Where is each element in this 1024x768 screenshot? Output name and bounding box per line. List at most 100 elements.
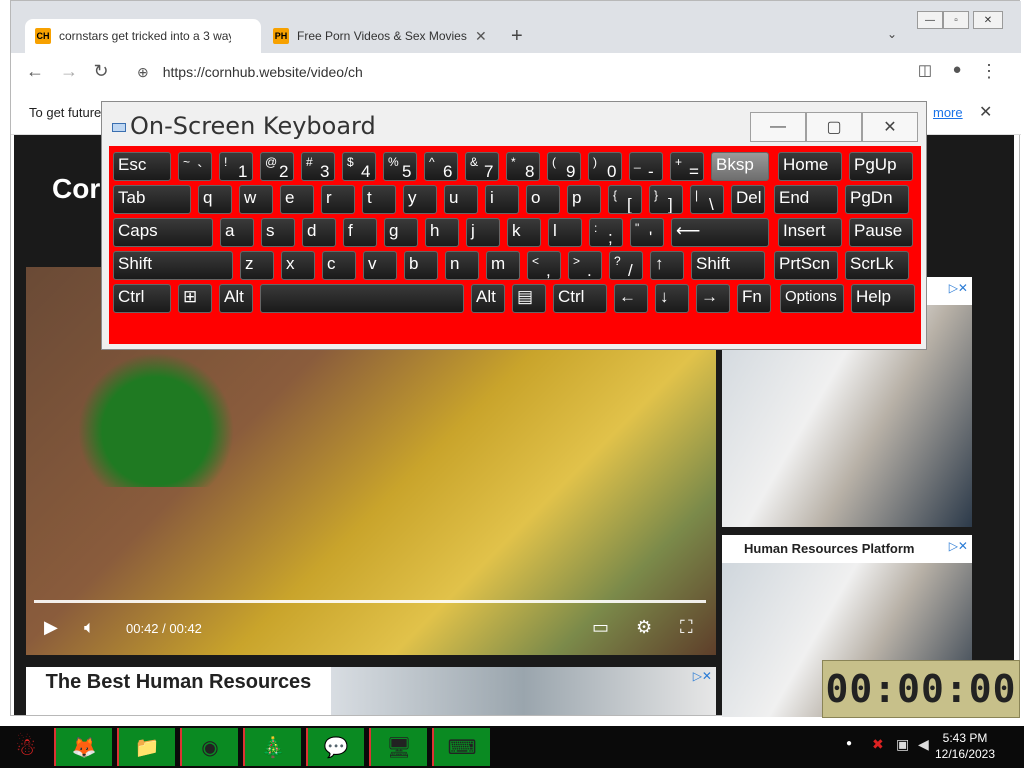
christmas-tree-icon[interactable]: 🎄: [243, 728, 301, 766]
volume-icon[interactable]: 🔈︎: [84, 617, 95, 638]
menu-icon[interactable]: ⋮: [977, 61, 1001, 82]
key[interactable]: j: [466, 218, 500, 247]
chrome-icon[interactable]: ◉: [180, 728, 238, 766]
key[interactable]: w: [239, 185, 273, 214]
key[interactable]: c: [322, 251, 356, 280]
key[interactable]: {[: [608, 185, 642, 214]
key[interactable]: Alt: [219, 284, 253, 313]
key[interactable]: Shift: [113, 251, 233, 280]
site-logo[interactable]: Cor: [52, 173, 100, 205]
key[interactable]: @2: [260, 152, 294, 181]
network-icon[interactable]: ▣: [896, 736, 909, 753]
key[interactable]: :;: [589, 218, 623, 247]
key[interactable]: ! 1: [219, 152, 253, 181]
key[interactable]: <,: [527, 251, 561, 280]
site-info-icon[interactable]: ⊕: [137, 64, 149, 81]
address-bar[interactable]: ⊕ https://cornhub.website/video/ch: [119, 57, 899, 87]
reload-icon[interactable]: ↻: [89, 61, 113, 82]
tray-dot-icon[interactable]: ●: [846, 738, 852, 749]
key[interactable]: Tab: [113, 185, 191, 214]
key[interactable]: m: [486, 251, 520, 280]
url-input[interactable]: https://cornhub.website/video/ch: [163, 64, 363, 80]
file-explorer-icon[interactable]: 📁: [117, 728, 175, 766]
key[interactable]: & 7: [465, 152, 499, 181]
new-tab-icon[interactable]: +: [511, 25, 523, 48]
info-bar-link[interactable]: more: [933, 105, 963, 120]
chevron-down-icon[interactable]: ⌄: [887, 27, 897, 41]
ad-close-icon[interactable]: ▷✕: [949, 539, 968, 553]
key[interactable]: Shift: [691, 251, 765, 280]
key[interactable]: x: [281, 251, 315, 280]
key[interactable]: u: [444, 185, 478, 214]
key[interactable]: Home: [778, 152, 842, 181]
key[interactable]: PgUp: [849, 152, 913, 181]
volume-icon[interactable]: ◀: [918, 736, 929, 753]
key[interactable]: o: [526, 185, 560, 214]
key[interactable]: s: [261, 218, 295, 247]
key[interactable]: ⟵: [671, 218, 769, 247]
key[interactable]: Help: [851, 284, 915, 313]
key[interactable]: g: [384, 218, 418, 247]
key[interactable]: d: [302, 218, 336, 247]
key[interactable]: " ': [630, 218, 664, 247]
key[interactable]: Caps: [113, 218, 213, 247]
start-icon[interactable]: ☃: [4, 728, 48, 766]
key[interactable]: Ctrl: [553, 284, 607, 313]
key[interactable]: ⊞: [178, 284, 212, 313]
maximize-icon[interactable]: ▢: [806, 112, 862, 142]
key[interactable]: Bksp: [711, 152, 769, 181]
minimize-icon[interactable]: —: [750, 112, 806, 142]
key[interactable]: ↓: [655, 284, 689, 313]
close-icon[interactable]: ✕: [979, 102, 992, 122]
firefox-icon[interactable]: 🦊: [54, 728, 112, 766]
ad-close-icon[interactable]: ▷✕: [693, 669, 712, 683]
key[interactable]: t: [362, 185, 396, 214]
miniplayer-icon[interactable]: ▭: [592, 617, 609, 638]
settings-icon[interactable]: ⚙: [636, 617, 652, 638]
key[interactable]: #3: [301, 152, 335, 181]
key[interactable]: % 5: [383, 152, 417, 181]
back-icon[interactable]: ←: [23, 61, 47, 82]
key[interactable]: Pause: [849, 218, 913, 247]
maximize-icon[interactable]: ▫: [943, 11, 969, 29]
key[interactable]: End: [774, 185, 838, 214]
key[interactable]: ↑: [650, 251, 684, 280]
key[interactable]: Alt: [471, 284, 505, 313]
messenger-icon[interactable]: 💬: [306, 728, 364, 766]
ad-close-icon[interactable]: ▷✕: [949, 281, 968, 295]
key[interactable]: ^ 6: [424, 152, 458, 181]
key[interactable]: $4: [342, 152, 376, 181]
key[interactable]: Insert: [778, 218, 842, 247]
video-progress-bar[interactable]: [34, 600, 706, 603]
control-panel-icon[interactable]: 🖥: [369, 728, 427, 766]
key[interactable]: b: [404, 251, 438, 280]
key[interactable]: →: [696, 284, 730, 313]
key[interactable]: PrtScn: [774, 251, 838, 280]
key[interactable]: e: [280, 185, 314, 214]
key[interactable]: * 8: [506, 152, 540, 181]
sidebar-icon[interactable]: ◫: [913, 61, 937, 79]
key[interactable]: ~ `: [178, 152, 212, 181]
play-icon[interactable]: ▶: [44, 617, 58, 638]
key[interactable]: q: [198, 185, 232, 214]
key[interactable]: Del: [731, 185, 765, 214]
key[interactable]: p: [567, 185, 601, 214]
key[interactable]: >.: [568, 251, 602, 280]
fullscreen-icon[interactable]: ⛶: [680, 617, 693, 638]
clock[interactable]: 5:43 PM 12/16/2023: [930, 730, 1000, 762]
key[interactable]: i: [485, 185, 519, 214]
close-window-icon[interactable]: ✕: [973, 11, 1003, 29]
on-screen-keyboard-icon[interactable]: ⌨: [432, 728, 490, 766]
key[interactable]: Esc: [113, 152, 171, 181]
key[interactable]: ScrLk: [845, 251, 909, 280]
key[interactable]: h: [425, 218, 459, 247]
key[interactable]: v: [363, 251, 397, 280]
key[interactable]: ←: [614, 284, 648, 313]
forward-icon[interactable]: →: [57, 61, 81, 82]
tab-active[interactable]: CH cornstars get tricked into a 3 way: [25, 19, 261, 53]
key[interactable]: Fn: [737, 284, 771, 313]
key[interactable]: }]: [649, 185, 683, 214]
key[interactable]: Ctrl: [113, 284, 171, 313]
key[interactable]: | \: [690, 185, 724, 214]
key[interactable]: ▤: [512, 284, 546, 313]
